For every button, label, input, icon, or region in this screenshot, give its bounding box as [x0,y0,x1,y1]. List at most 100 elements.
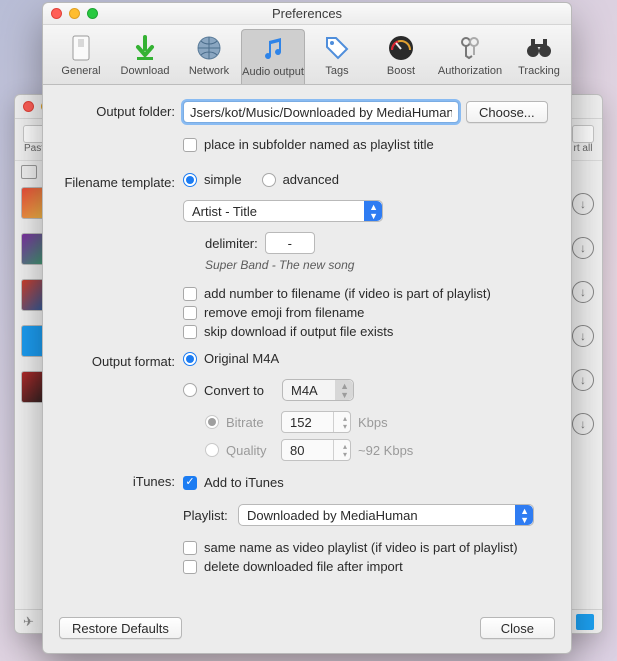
zoom-dot-icon[interactable] [87,8,98,19]
tab-label: Authorization [438,65,502,77]
preferences-titlebar: Preferences [43,3,571,25]
chevron-updown-icon: ▲▼ [520,507,529,525]
add-to-itunes-checkbox[interactable]: ✓ [183,476,197,490]
tag-icon [322,33,352,63]
download-icon[interactable]: ↓ [572,237,594,259]
same-name-label: same name as video playlist (if video is… [204,540,518,555]
music-note-icon [258,34,288,64]
window-title: Preferences [272,6,342,21]
quality-hint: ~92 Kbps [358,443,413,458]
playlist-value: Downloaded by MediaHuman [247,508,418,523]
tab-tags[interactable]: Tags [305,29,369,84]
tab-label: Download [121,65,170,77]
simple-radio[interactable] [183,173,197,187]
delete-after-checkbox[interactable] [183,560,197,574]
add-number-checkbox[interactable] [183,287,197,301]
tab-label: Tracking [518,65,560,77]
filename-pattern-select[interactable]: Artist - Title ▲▼ [183,200,383,222]
start-all-button[interactable] [572,125,594,143]
chevron-updown-icon: ▲▼ [340,382,349,400]
globe-icon [194,33,224,63]
restore-defaults-button[interactable]: Restore Defaults [59,617,182,639]
tab-network[interactable]: Network [177,29,241,84]
convert-format-select[interactable]: M4A ▲▼ [282,379,354,401]
skip-exists-label: skip download if output file exists [204,324,393,339]
quality-stepper: 80 ▴▾ [281,439,351,461]
bitrate-stepper: 152 ▴▾ [281,411,351,433]
original-format-label: Original M4A [204,351,279,366]
grid-icon[interactable] [21,165,37,179]
skip-exists-checkbox[interactable] [183,325,197,339]
bitrate-unit: Kbps [358,415,388,430]
download-icon[interactable]: ↓ [572,193,594,215]
tab-general[interactable]: General [49,29,113,84]
advanced-radio[interactable] [262,173,276,187]
add-to-itunes-label: Add to iTunes [204,475,284,490]
tab-authorization[interactable]: Authorization [433,29,507,84]
preferences-footer: Restore Defaults Close [43,607,571,653]
simple-radio-label: simple [204,172,242,187]
playlist-select[interactable]: Downloaded by MediaHuman ▲▼ [238,504,534,526]
tab-label: Audio output [242,66,304,78]
tab-label: Network [189,65,229,77]
preferences-tabs: General Download Network Audio output Ta… [43,25,571,85]
filename-template-label: Filename template: [61,172,183,190]
bitrate-value: 152 [290,415,312,430]
tab-boost[interactable]: Boost [369,29,433,84]
download-arrow-icon [130,33,160,63]
add-number-label: add number to filename (if video is part… [204,286,491,301]
twitter-icon[interactable] [576,614,594,630]
chevron-updown-icon: ▲▼ [369,203,378,221]
delete-after-label: delete downloaded file after import [204,559,403,574]
remove-emoji-label: remove emoji from filename [204,305,364,320]
delimiter-label: delimiter: [205,236,258,251]
output-folder-label: Output folder: [61,101,183,119]
close-dot-icon[interactable] [23,101,34,112]
original-format-radio[interactable] [183,352,197,366]
stepper-arrows-icon: ▴▾ [343,415,347,431]
paper-plane-icon[interactable]: ✈ [23,614,34,630]
keys-icon [455,33,485,63]
tab-audio-output[interactable]: Audio output [241,29,305,84]
quality-radio [205,443,219,457]
tab-download[interactable]: Download [113,29,177,84]
close-dot-icon[interactable] [51,8,62,19]
remove-emoji-checkbox[interactable] [183,306,197,320]
convert-to-radio[interactable] [183,383,197,397]
output-folder-field[interactable] [183,101,459,123]
tab-label: General [61,65,100,77]
start-all-label: rt all [574,143,593,154]
bitrate-label: Bitrate [226,415,274,430]
download-icon[interactable]: ↓ [572,281,594,303]
download-icon[interactable]: ↓ [572,369,594,391]
tab-label: Boost [387,65,415,77]
download-icon[interactable]: ↓ [572,413,594,435]
convert-to-label: Convert to [204,383,264,398]
filename-example: Super Band - The new song [205,258,553,272]
same-name-checkbox[interactable] [183,541,197,555]
tab-label: Tags [325,65,348,77]
gauge-icon [386,33,416,63]
stepper-arrows-icon: ▴▾ [343,443,347,459]
advanced-radio-label: advanced [283,172,339,187]
delimiter-field[interactable] [265,232,315,254]
itunes-label: iTunes: [61,471,183,489]
paste-label: Past [24,143,44,154]
playlist-label: Playlist: [183,508,231,523]
close-button[interactable]: Close [480,617,555,639]
quality-value: 80 [290,443,304,458]
binoculars-icon [524,33,554,63]
filename-pattern-value: Artist - Title [192,204,257,219]
switch-icon [66,33,96,63]
output-format-label: Output format: [61,351,183,369]
preferences-body: Output folder: Choose... place in subfol… [43,85,571,607]
back-download-icons: ↓ ↓ ↓ ↓ ↓ ↓ [572,193,594,435]
bitrate-radio [205,415,219,429]
quality-label: Quality [226,443,274,458]
subfolder-checkbox-label: place in subfolder named as playlist tit… [204,137,434,152]
minimize-dot-icon[interactable] [69,8,80,19]
choose-button[interactable]: Choose... [466,101,548,123]
tab-tracking[interactable]: Tracking [507,29,571,84]
download-icon[interactable]: ↓ [572,325,594,347]
subfolder-checkbox[interactable] [183,138,197,152]
